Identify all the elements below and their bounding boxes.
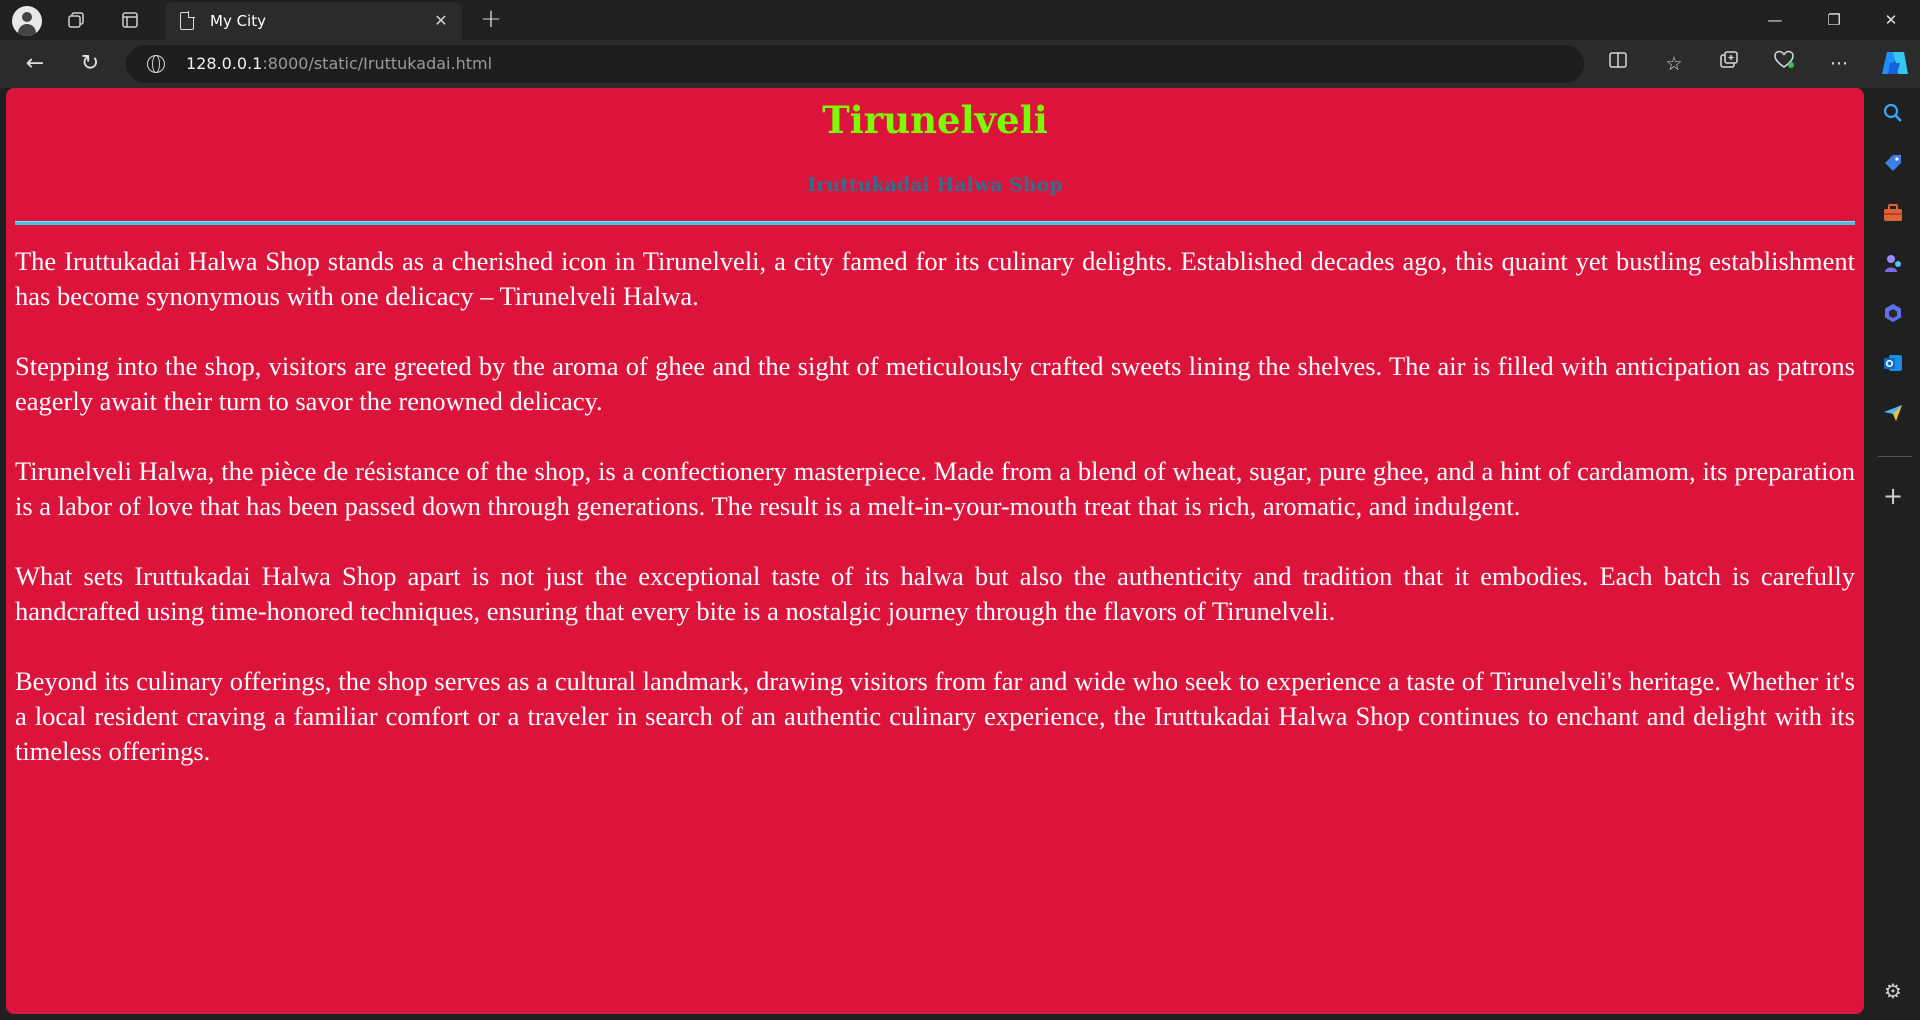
outlook-icon[interactable] <box>1878 348 1908 378</box>
settings-icon[interactable]: ⚙ <box>1878 976 1908 1006</box>
page-viewport: Tirunelveli Iruttukadai Halwa Shop The I… <box>6 88 1864 1014</box>
copilot-icon[interactable] <box>1878 46 1912 80</box>
send-icon[interactable] <box>1878 398 1908 428</box>
article-body: The Iruttukadai Halwa Shop stands as a c… <box>15 244 1855 804</box>
paragraph: What sets Iruttukadai Halwa Shop apart i… <box>15 561 1855 626</box>
performance-icon[interactable] <box>1767 48 1801 80</box>
profile-icon[interactable] <box>12 6 42 36</box>
paragraph: The Iruttukadai Halwa Shop stands as a c… <box>15 246 1855 311</box>
tab-strip: My City ✕ + — ❐ ✕ <box>0 0 1920 40</box>
workspaces-icon[interactable] <box>61 6 91 34</box>
search-icon[interactable] <box>1878 98 1908 128</box>
paragraph: Beyond its culinary offerings, the shop … <box>15 666 1855 766</box>
horizontal-rule <box>15 221 1855 225</box>
tab-actions-icon[interactable] <box>115 6 145 34</box>
sidebar-divider <box>1878 456 1912 457</box>
refresh-icon[interactable]: ↻ <box>73 48 107 80</box>
globe-icon <box>147 55 165 73</box>
address-bar[interactable]: 128.0.0.1:8000/static/Iruttukadai.html <box>126 45 1584 83</box>
add-icon[interactable]: + <box>1878 481 1908 511</box>
microsoft-365-icon[interactable] <box>1878 298 1908 328</box>
split-screen-icon[interactable] <box>1601 48 1635 80</box>
url-text[interactable]: 128.0.0.1:8000/static/Iruttukadai.html <box>186 54 492 73</box>
browser-toolbar: ← ↻ 128.0.0.1:8000/static/Iruttukadai.ht… <box>0 40 1920 88</box>
window-close-icon[interactable]: ✕ <box>1866 0 1916 40</box>
more-icon[interactable]: ··· <box>1822 48 1856 80</box>
minimize-icon[interactable]: — <box>1750 0 1800 40</box>
page-subtitle: Iruttukadai Halwa Shop <box>807 174 1063 196</box>
back-icon[interactable]: ← <box>18 48 52 80</box>
new-tab-icon[interactable]: + <box>476 4 506 34</box>
shopping-icon[interactable] <box>1878 148 1908 178</box>
tab-title: My City <box>210 12 266 30</box>
tab-my-city[interactable]: My City ✕ <box>165 2 462 40</box>
page-title: Tirunelveli <box>822 98 1048 142</box>
collections-icon[interactable] <box>1712 48 1746 80</box>
paragraph: Stepping into the shop, visitors are gre… <box>15 351 1855 416</box>
tools-icon[interactable] <box>1878 198 1908 228</box>
close-icon[interactable]: ✕ <box>430 10 452 32</box>
page-icon <box>180 11 195 30</box>
paragraph: Tirunelveli Halwa, the pièce de résistan… <box>15 456 1855 521</box>
edge-sidebar: + ⚙ <box>1866 88 1920 1020</box>
favorites-icon[interactable]: ☆ <box>1657 48 1691 80</box>
restore-icon[interactable]: ❐ <box>1809 0 1859 40</box>
games-icon[interactable] <box>1878 248 1908 278</box>
